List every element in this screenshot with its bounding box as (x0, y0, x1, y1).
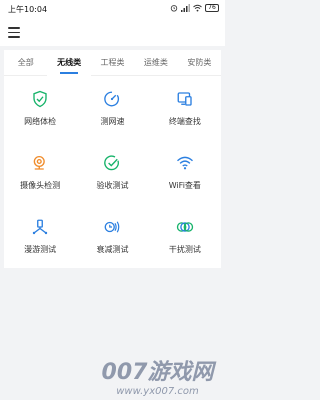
tool-label: 摄像头检测 (20, 180, 61, 190)
battery-icon: 76 (205, 4, 219, 12)
camera-icon (33, 155, 45, 170)
tool-camera-detect[interactable]: 摄像头检测 (4, 140, 76, 204)
status-bar: 上午10:04 76 (0, 0, 225, 18)
menu-icon-line (8, 31, 20, 34)
tool-device-finder[interactable]: 终端查找 (149, 76, 221, 140)
tool-label: 测网速 (100, 116, 125, 126)
app-header (0, 18, 225, 46)
tool-label: 终端查找 (168, 116, 201, 126)
speedometer-icon (104, 91, 120, 106)
tab-operations[interactable]: 运维类 (134, 50, 177, 76)
wifi-status-icon (193, 4, 202, 12)
status-time: 上午10:04 (8, 5, 48, 14)
interference-icon (176, 221, 194, 232)
tool-attenuation-test[interactable]: 衰减测试 (76, 204, 148, 268)
shield-check-icon (33, 90, 47, 107)
tool-label: 干扰测试 (168, 244, 201, 254)
watermark-url: www.yx007.com (116, 385, 199, 397)
tool-acceptance-test[interactable]: 验收测试 (76, 140, 148, 204)
wifi-icon (176, 156, 193, 169)
check-circle-icon (104, 154, 120, 170)
roaming-icon (32, 219, 48, 234)
tool-grid: 网络体检 测网速 终端查找 摄像头检测 验收测试 WiFi查看 漫游测试 衰减测… (4, 76, 221, 268)
tool-speed-test[interactable]: 测网速 (76, 76, 148, 140)
menu-button[interactable] (6, 24, 22, 40)
tool-roaming-test[interactable]: 漫游测试 (4, 204, 76, 268)
tool-label: 漫游测试 (24, 244, 57, 254)
tab-security[interactable]: 安防类 (178, 50, 221, 76)
status-icons: 76 (170, 4, 219, 12)
tab-wireless[interactable]: 无线类 (47, 49, 91, 76)
attenuation-icon (105, 220, 120, 233)
tool-network-check[interactable]: 网络体检 (4, 76, 76, 140)
menu-icon-line (8, 36, 20, 38)
device-search-icon (177, 91, 192, 106)
tool-label: WiFi查看 (168, 180, 201, 190)
tab-engineering[interactable]: 工程类 (91, 50, 134, 76)
watermark: 007游戏网 www.yx007.com (90, 350, 225, 400)
alarm-icon (170, 5, 178, 12)
tool-label: 网络体检 (24, 116, 57, 126)
menu-icon-line (8, 27, 20, 29)
signal-icon (181, 4, 190, 12)
tool-label: 衰减测试 (96, 244, 129, 254)
tool-wifi-view[interactable]: WiFi查看 (149, 140, 221, 204)
category-tabs: 全部 无线类 工程类 运维类 安防类 (4, 49, 221, 76)
watermark-title: 007游戏网 (101, 359, 214, 385)
tool-interference-test[interactable]: 干扰测试 (149, 204, 221, 268)
tab-all[interactable]: 全部 (4, 50, 47, 76)
tool-label: 验收测试 (96, 180, 129, 190)
